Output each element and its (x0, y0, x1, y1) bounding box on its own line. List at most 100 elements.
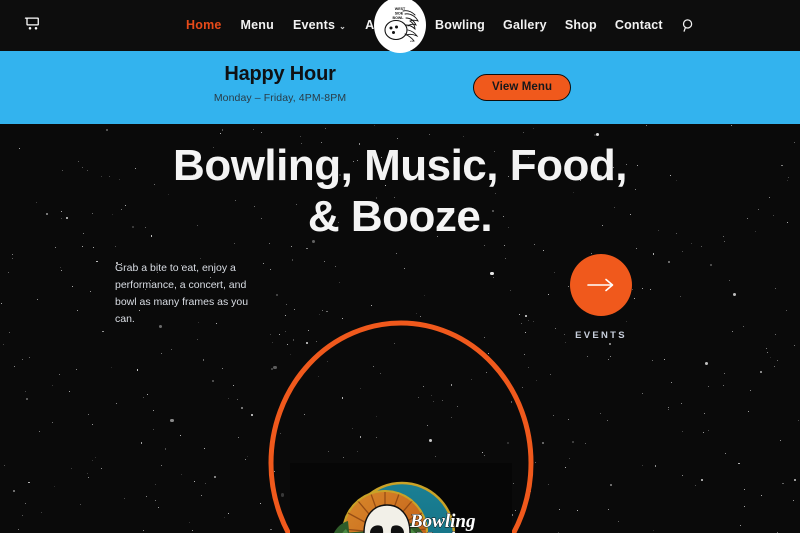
flaming-bowling-ball-icon: WEST SIDE BOWL est. (375, 0, 425, 50)
star-dot (300, 135, 302, 137)
star-dot (794, 345, 796, 347)
poster-artwork: Bowling Music Pizza Booze (290, 463, 512, 533)
star-dot (483, 454, 485, 456)
nav-item-bowling[interactable]: Bowling (435, 19, 485, 32)
star-dot (470, 378, 472, 380)
events-cta: EVENTS (570, 254, 632, 341)
star-dot (525, 315, 528, 317)
star-dot (87, 476, 90, 478)
star-dot (197, 339, 199, 341)
star-dot (793, 478, 796, 481)
nav-item-contact-label: Contact (614, 18, 663, 33)
star-dot (797, 420, 799, 422)
star-dot (143, 396, 144, 398)
nav-item-contact[interactable]: Contact (615, 19, 663, 32)
star-dot (732, 331, 734, 333)
star-dot (161, 464, 163, 466)
star-dot (69, 391, 70, 393)
view-menu-button[interactable]: View Menu (473, 74, 572, 101)
search-icon[interactable] (681, 18, 696, 33)
star-dot (724, 372, 726, 374)
star-dot (682, 475, 684, 477)
star-dot (227, 397, 229, 399)
star-dot (380, 372, 381, 374)
star-dot (792, 500, 794, 501)
star-dot (663, 359, 665, 360)
star-dot (370, 304, 372, 306)
star-dot (160, 352, 162, 355)
event-poster-image[interactable]: Bowling Music Pizza Booze (290, 463, 512, 533)
star-dot (321, 310, 323, 312)
nav-item-gallery-label: Gallery (503, 18, 547, 33)
star-dot (87, 473, 88, 475)
svg-text:WEST: WEST (395, 7, 406, 11)
star-dot (609, 343, 611, 345)
star-dot (563, 334, 565, 336)
star-dot (29, 357, 31, 359)
star-dot (81, 246, 83, 247)
star-dot (115, 403, 117, 405)
shopping-cart-icon[interactable] (22, 12, 44, 34)
star-dot (240, 406, 243, 409)
star-dot (522, 132, 524, 134)
star-dot (708, 386, 709, 388)
star-dot (652, 253, 655, 255)
star-dot (653, 529, 654, 531)
star-dot (513, 482, 515, 484)
star-dot (510, 289, 512, 291)
star-dot (682, 430, 684, 432)
star-dot (357, 450, 359, 452)
nav-item-gallery[interactable]: Gallery (503, 19, 547, 32)
star-dot (420, 316, 422, 317)
star-dot (744, 505, 745, 507)
star-dot (554, 328, 556, 330)
nav-item-events[interactable]: Events ⌄ (293, 19, 346, 32)
star-dot (397, 137, 399, 139)
star-dot (90, 291, 92, 293)
star-dot (291, 246, 293, 248)
star-dot (306, 247, 308, 249)
events-circle-button[interactable] (570, 254, 632, 316)
star-dot (606, 419, 608, 421)
star-dot (326, 310, 328, 312)
nav-item-shop[interactable]: Shop (565, 19, 597, 32)
star-dot (568, 418, 569, 420)
star-dot (269, 268, 271, 270)
star-dot (59, 373, 60, 375)
star-dot (645, 124, 647, 126)
star-dot (233, 385, 235, 387)
star-dot (766, 348, 768, 350)
star-dot (54, 486, 56, 487)
star-dot (572, 441, 574, 443)
nav-item-home[interactable]: Home (186, 19, 222, 32)
star-dot (290, 354, 292, 355)
star-dot (505, 257, 507, 259)
star-dot (520, 322, 522, 324)
star-dot (285, 314, 287, 316)
star-dot (747, 411, 750, 413)
star-dot (96, 260, 98, 263)
star-dot (308, 330, 309, 331)
star-dot (610, 484, 612, 486)
hero-heading: Bowling, Music, Food, & Booze. (0, 140, 800, 243)
star-dot (641, 393, 643, 395)
star-dot (188, 522, 190, 524)
hero-heading-line-1: Bowling, Music, Food, (173, 141, 627, 190)
site-logo[interactable]: WEST SIDE BOWL est. (374, 0, 426, 53)
star-dot (270, 529, 272, 531)
star-dot (12, 253, 14, 255)
star-dot (115, 246, 117, 248)
star-dot (532, 321, 534, 323)
star-dot (703, 432, 705, 434)
star-dot (205, 482, 207, 484)
star-dot (9, 331, 10, 333)
star-dot (456, 405, 458, 407)
star-dot (110, 366, 112, 368)
star-dot (341, 397, 343, 399)
nav-item-menu[interactable]: Menu (241, 19, 274, 32)
star-dot (70, 468, 72, 470)
star-dot (670, 382, 672, 384)
star-dot (327, 451, 329, 453)
star-dot (432, 401, 434, 403)
star-dot (155, 483, 157, 485)
